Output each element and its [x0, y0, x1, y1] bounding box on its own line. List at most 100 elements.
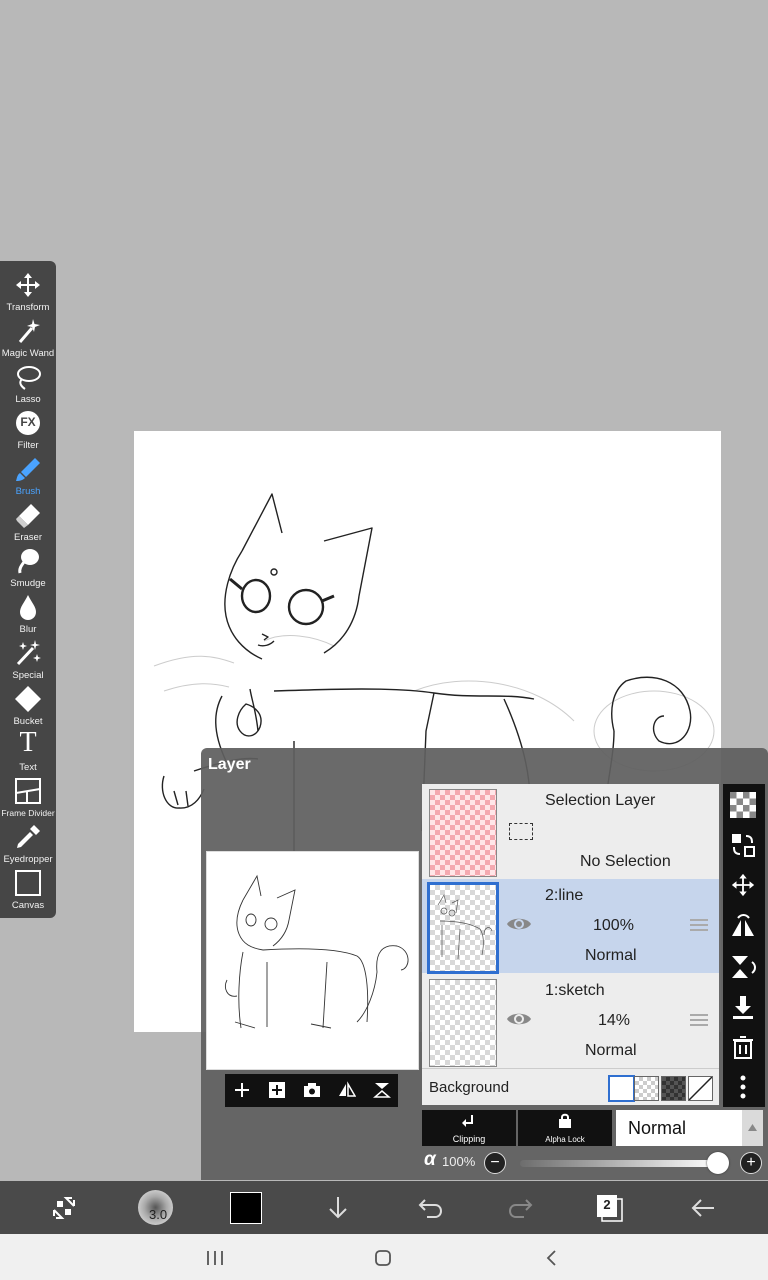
arrow-down-icon [329, 1197, 347, 1219]
layer-opacity: 14% [598, 1012, 631, 1029]
tool-eyedropper[interactable]: Eyedropper [0, 823, 56, 869]
redo-icon [508, 1199, 533, 1218]
color-button[interactable] [230, 1181, 263, 1234]
layer-preview [206, 851, 419, 1070]
tool-eraser[interactable]: Eraser [0, 501, 56, 547]
tool-label: Transform [6, 302, 50, 313]
magic-wand-icon [18, 319, 40, 343]
background-transparent-swatch[interactable] [634, 1076, 659, 1101]
layer-panel: Layer Selection Layer No Selection 2:lin… [201, 748, 768, 1180]
tool-magic-wand[interactable]: Magic Wand [0, 317, 56, 363]
alpha-symbol: α [424, 1149, 436, 1170]
undo-button[interactable] [415, 1181, 443, 1234]
tool-brush[interactable]: Brush [0, 455, 56, 501]
eraser-icon [16, 504, 40, 528]
clipping-button[interactable]: Clipping [422, 1110, 516, 1146]
slash-icon [688, 1076, 713, 1101]
checker-button[interactable] [730, 792, 758, 820]
swap-select-icon [732, 834, 755, 857]
move-layer-button[interactable] [730, 872, 758, 900]
layers-button[interactable]: 2 [595, 1181, 625, 1234]
background-none-swatch[interactable] [688, 1076, 713, 1101]
move-arrows-icon [731, 873, 755, 897]
layer-tools-column [723, 784, 765, 1107]
lock-icon [559, 1113, 571, 1128]
tool-special[interactable]: Special [0, 639, 56, 685]
back-nav-icon[interactable] [544, 1249, 558, 1267]
layer-row-sketch[interactable]: 1:sketch 14% Normal [422, 974, 719, 1068]
layer-actions-bar [225, 1074, 398, 1107]
drag-handle-icon[interactable] [690, 1014, 708, 1026]
tool-text[interactable]: T Text [0, 727, 56, 777]
add-box-icon [269, 1082, 285, 1098]
current-color-swatch [230, 1192, 262, 1224]
camera-icon [304, 1083, 320, 1097]
flip-horizontal-button[interactable] [330, 1074, 364, 1107]
panel-title: Layer [208, 756, 251, 773]
opacity-slider[interactable] [520, 1152, 729, 1174]
background-row: Background [422, 1068, 719, 1105]
flip-vertical-icon [732, 956, 756, 978]
visibility-toggle[interactable] [506, 915, 532, 938]
swap-arrows-icon [53, 1197, 75, 1219]
layer-name: Selection Layer [545, 792, 656, 809]
more-options-button[interactable] [730, 1074, 758, 1102]
visibility-toggle[interactable] [506, 1010, 532, 1033]
brush-size-button[interactable]: 3.0 [137, 1181, 175, 1234]
opacity-slider-thumb[interactable] [707, 1152, 729, 1174]
add-layer-copy-button[interactable] [260, 1074, 294, 1107]
tool-label: Filter [17, 440, 39, 451]
tool-label: Text [19, 762, 37, 773]
flip-vertical-icon [373, 1083, 391, 1098]
frame-divider-icon [15, 778, 41, 804]
thumb-drawing [437, 894, 493, 960]
triangle-up-icon [748, 1124, 757, 1131]
layer-count: 2 [603, 1197, 611, 1212]
flip-vertical-layer-button[interactable] [730, 954, 758, 982]
lasso-icon [17, 366, 41, 390]
eye-icon [507, 1013, 531, 1025]
background-label: Background [429, 1079, 510, 1096]
camera-button[interactable] [295, 1074, 329, 1107]
alpha-lock-label: Alpha Lock [545, 1135, 585, 1144]
opacity-decrease-button[interactable]: − [484, 1152, 506, 1174]
blend-mode-select[interactable]: Normal [616, 1110, 763, 1146]
layer-opacity: 100% [593, 917, 634, 934]
redo-button[interactable] [506, 1181, 534, 1234]
alpha-lock-button[interactable]: Alpha Lock [518, 1110, 612, 1146]
tool-label: Eyedropper [3, 854, 53, 865]
select-transform-button[interactable] [730, 832, 758, 860]
opacity-increase-button[interactable]: + [740, 1152, 762, 1174]
blend-mode-dropdown-button[interactable] [742, 1110, 763, 1146]
tool-bucket[interactable]: Bucket [0, 685, 56, 731]
tool-lasso[interactable]: Lasso [0, 363, 56, 409]
flip-vertical-button[interactable] [365, 1074, 399, 1107]
add-layer-button[interactable] [225, 1074, 259, 1107]
delete-layer-button[interactable] [730, 1034, 758, 1062]
tool-transform[interactable]: Transform [0, 271, 56, 317]
bottom-toolbar: 3.0 2 [0, 1181, 768, 1234]
bucket-icon [15, 686, 41, 712]
background-white-swatch[interactable] [608, 1075, 635, 1102]
fx-glyph: FX [20, 415, 36, 429]
home-icon[interactable] [374, 1249, 392, 1267]
background-dark-swatch[interactable] [661, 1076, 686, 1101]
recent-apps-icon[interactable] [206, 1250, 224, 1266]
flip-horizontal-layer-button[interactable] [730, 914, 758, 942]
tool-smudge[interactable]: Smudge [0, 547, 56, 593]
transform-swap-button[interactable] [46, 1181, 82, 1234]
tool-label: Eraser [14, 532, 42, 543]
tool-canvas[interactable]: Canvas [0, 869, 56, 915]
tool-label: Canvas [11, 900, 45, 911]
tool-frame-divider[interactable]: Frame Divider [0, 777, 56, 823]
tool-label: Frame Divider [1, 808, 55, 818]
back-button[interactable] [688, 1181, 718, 1234]
merge-down-button[interactable] [730, 994, 758, 1022]
layer-row-selection[interactable]: Selection Layer No Selection [422, 784, 719, 878]
text-icon: T [19, 727, 37, 758]
layer-row-line[interactable]: 2:line 100% Normal [422, 879, 719, 974]
tool-blur[interactable]: Blur [0, 593, 56, 639]
tool-filter[interactable]: FX Filter [0, 409, 56, 455]
drag-handle-icon[interactable] [690, 919, 708, 931]
download-button[interactable] [324, 1181, 352, 1234]
